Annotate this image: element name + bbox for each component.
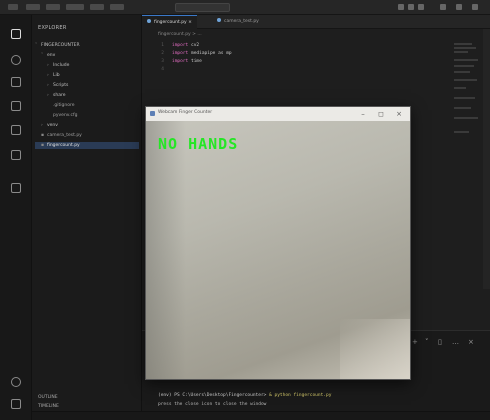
minimap-line (454, 87, 466, 89)
explorer-header: EXPLORER (38, 25, 67, 31)
maximize-icon[interactable] (456, 4, 462, 10)
tab-camera-test[interactable]: camera_test.py (212, 15, 264, 29)
minimize-icon[interactable]: – (358, 109, 368, 119)
gear-icon[interactable] (11, 399, 21, 409)
hand-status-overlay: NO HANDS (158, 135, 239, 153)
app-menu-icon[interactable] (8, 4, 18, 10)
minimap-line (454, 117, 478, 119)
chevron-down-icon[interactable]: ˅ (425, 338, 429, 346)
camera-feed: NO HANDS (146, 121, 410, 379)
close-icon[interactable]: × (188, 20, 192, 25)
outline-section[interactable]: OUTLINE (38, 395, 58, 400)
webcam-window[interactable]: Webcam Finger Counter – ◻ × NO HANDS (145, 106, 411, 380)
layout-icon[interactable] (418, 4, 424, 10)
window-title-bar[interactable]: Webcam Finger Counter – ◻ × (146, 107, 410, 121)
terminal-output-line: press the close icon to close the window (158, 402, 267, 407)
split-terminal-icon[interactable]: ▯ (438, 338, 442, 346)
minimap-line (454, 43, 472, 45)
camera-highlight (340, 319, 410, 379)
menu-item[interactable] (26, 4, 40, 10)
menu-item[interactable] (66, 4, 84, 10)
code-line[interactable]: 2 import mediapipe as mp (142, 50, 231, 58)
tree-item-camera-test[interactable]: ▪ camera_test.py (35, 132, 139, 139)
tree-item-scripts[interactable]: › Scripts (35, 82, 139, 89)
tree-item-share[interactable]: › share (35, 92, 139, 99)
minimap[interactable] (454, 41, 480, 151)
terminal-command-line[interactable]: (env) PS C:\Users\Desktop\Fingercounter>… (158, 393, 331, 398)
account-icon[interactable] (11, 377, 21, 387)
status-bar (32, 411, 490, 420)
ellipsis-icon[interactable]: … (452, 338, 459, 346)
minimap-line (454, 131, 469, 133)
menu-item[interactable] (110, 4, 124, 10)
layout-icon[interactable] (398, 4, 404, 10)
run-debug-icon[interactable] (11, 101, 21, 111)
files-icon[interactable] (11, 29, 21, 39)
minimap-line (454, 97, 475, 99)
code-line[interactable]: 1 import cv2 (142, 42, 199, 50)
minimap-line (454, 79, 477, 81)
code-line[interactable]: 4 (142, 66, 172, 74)
editor-scrollbar[interactable] (483, 29, 490, 289)
tree-item-gitignore[interactable]: .gitignore (35, 102, 139, 109)
breadcrumb[interactable]: fingercount.py > ... (158, 32, 202, 37)
command-center-search[interactable] (175, 3, 230, 12)
add-terminal-icon[interactable]: + (412, 338, 418, 346)
menu-item[interactable] (46, 4, 60, 10)
project-folder[interactable]: ˅ FINGERCOUNTER (35, 42, 139, 49)
tab-fingercount[interactable]: fingercount.py × (142, 15, 197, 29)
app-icon (150, 111, 155, 116)
maximize-icon[interactable]: ◻ (376, 109, 386, 119)
activity-bar (0, 15, 32, 420)
minimap-line (454, 71, 470, 73)
code-line[interactable]: 3 import time (142, 58, 202, 66)
window-title: Webcam Finger Counter (158, 110, 213, 115)
tree-item-include[interactable]: › Include (35, 62, 139, 69)
minimap-line (454, 107, 471, 109)
layout-icon[interactable] (408, 4, 414, 10)
tree-item-venv[interactable]: › venv (35, 122, 139, 129)
minimap-line (454, 47, 476, 49)
close-panel-icon[interactable]: × (468, 338, 474, 346)
tree-item-env[interactable]: ˅ env (35, 52, 139, 59)
python-file-icon (217, 18, 221, 22)
extensions-icon[interactable] (11, 125, 21, 135)
tree-item-lib[interactable]: › Lib (35, 72, 139, 79)
close-icon[interactable]: × (394, 109, 404, 119)
testing-icon[interactable] (11, 150, 21, 160)
title-bar (0, 0, 490, 15)
tree-item-fingercount[interactable]: ▪ fingercount.py (35, 142, 139, 149)
editor-tabs: fingercount.py × camera_test.py (142, 15, 490, 29)
minimap-line (454, 59, 478, 61)
search-icon[interactable] (11, 55, 21, 65)
minimap-line (454, 65, 474, 67)
camera-shadow (146, 121, 186, 379)
python-file-icon (147, 19, 151, 23)
source-control-icon[interactable] (11, 77, 21, 87)
close-icon[interactable] (472, 4, 478, 10)
timeline-section[interactable]: TIMELINE (38, 404, 59, 409)
remote-icon[interactable] (11, 183, 21, 193)
minimize-icon[interactable] (440, 4, 446, 10)
minimap-line (454, 51, 468, 53)
tree-item-pyvenv[interactable]: pyvenv.cfg (35, 112, 139, 119)
explorer-sidebar: EXPLORER ˅ FINGERCOUNTER ˅ env › Include › L… (32, 15, 142, 420)
menu-item[interactable] (90, 4, 104, 10)
